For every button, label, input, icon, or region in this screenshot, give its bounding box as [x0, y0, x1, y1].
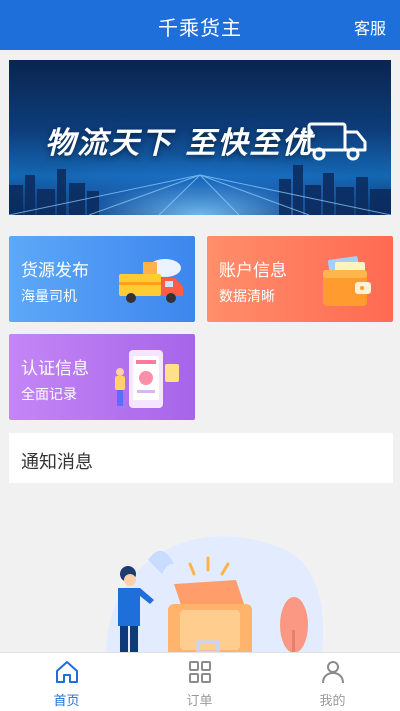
promo-banner[interactable]: 物流天下 至快至优: [9, 60, 391, 215]
customer-service-button[interactable]: 客服: [354, 15, 386, 39]
banner-slogan: 物流天下 至快至优: [45, 126, 314, 161]
bottom-tab-bar: 首页 订单 我的: [0, 652, 400, 711]
app-header: 千乘货主 客服: [0, 0, 400, 50]
home-icon: [56, 661, 78, 683]
card-subtitle: 海量司机: [21, 289, 77, 305]
tab-orders[interactable]: 订单: [133, 653, 266, 711]
notice-title: 通知消息: [21, 452, 93, 473]
notice-section[interactable]: 通知消息: [9, 433, 393, 483]
tab-label: 订单: [186, 694, 213, 709]
grid-icon: [189, 661, 211, 683]
publish-cargo-card[interactable]: 货源发布 海量司机: [9, 236, 195, 322]
wallet-icon: [323, 256, 371, 306]
tab-label: 首页: [53, 694, 80, 709]
tab-profile[interactable]: 我的: [266, 653, 399, 711]
card-title: 账户信息: [219, 261, 287, 281]
page-title: 千乘货主: [158, 16, 242, 40]
empty-state-illustration: [106, 536, 324, 655]
card-subtitle: 全面记录: [21, 387, 77, 403]
card-title: 认证信息: [21, 359, 89, 379]
certification-info-card[interactable]: 认证信息 全面记录: [9, 334, 195, 420]
card-title: 货源发布: [21, 261, 89, 281]
card-subtitle: 数据清晰: [219, 289, 275, 305]
user-icon: [322, 661, 344, 684]
tab-label: 我的: [319, 694, 346, 709]
truck-outline-icon: [301, 122, 367, 161]
account-info-card[interactable]: 账户信息 数据清晰: [207, 236, 393, 322]
tab-home[interactable]: 首页: [0, 653, 133, 711]
certificate-phone-icon: [115, 350, 179, 408]
delivery-truck-icon: [119, 259, 183, 303]
